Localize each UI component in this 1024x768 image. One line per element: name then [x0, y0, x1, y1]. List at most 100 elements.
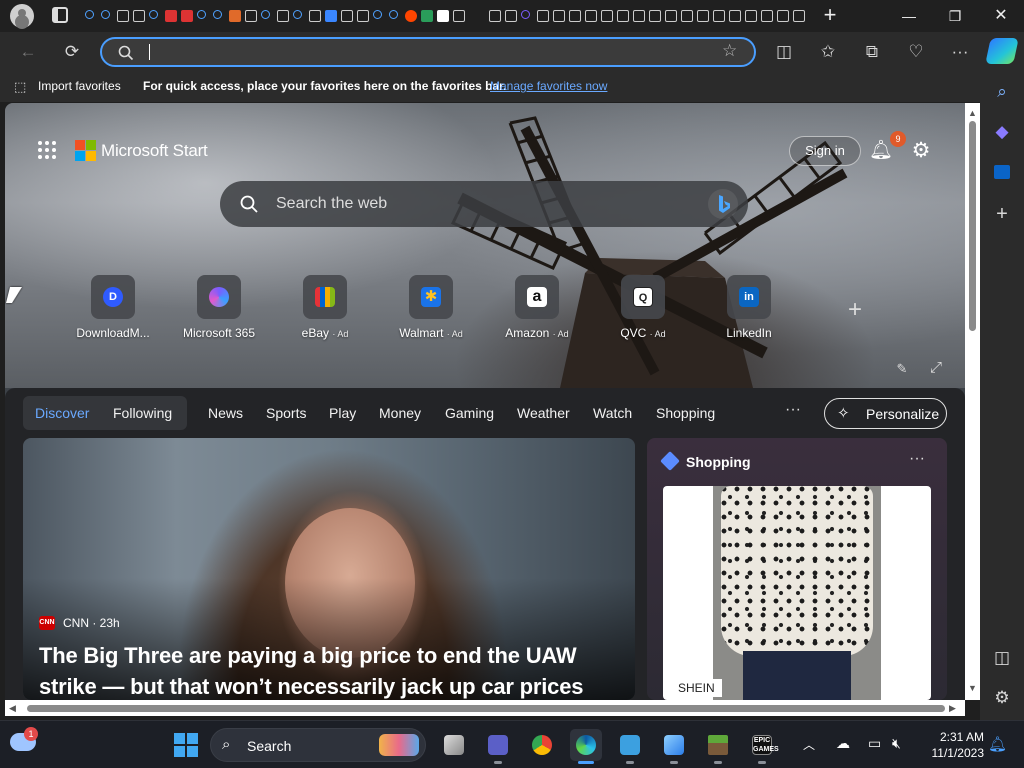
tab[interactable] [504, 8, 518, 24]
windows-start-icon[interactable] [174, 733, 198, 757]
expand-icon[interactable]: ⤢ [927, 359, 945, 377]
task-view-icon[interactable] [438, 729, 470, 761]
tab[interactable] [324, 8, 338, 24]
shopping-more-button[interactable]: ··· [909, 450, 925, 468]
tab[interactable] [760, 8, 774, 24]
tab[interactable] [276, 8, 290, 24]
tab[interactable] [664, 8, 678, 24]
tab[interactable] [452, 8, 466, 24]
tab[interactable] [148, 8, 162, 24]
address-input[interactable] [146, 43, 706, 61]
sign-in-button[interactable]: Sign in [789, 136, 861, 166]
disk-app-icon[interactable] [658, 729, 690, 764]
hide-sidebar-icon[interactable]: ◫ [988, 644, 1016, 672]
taskbar-search[interactable]: ⌕ Search [210, 728, 426, 762]
story-headline[interactable]: The Big Three are paying a big price to … [39, 640, 629, 700]
shortcut-qvc[interactable]: Q QVC · Ad [595, 275, 691, 340]
tab[interactable] [436, 8, 450, 24]
restore-button[interactable]: ❐ [932, 0, 978, 32]
import-favorites-link[interactable]: Import favorites [38, 79, 121, 93]
system-clock[interactable]: 2:31 AM 11/1/2023 [918, 729, 985, 761]
web-search-box[interactable]: Search the web [220, 181, 748, 227]
tab[interactable] [584, 8, 598, 24]
horizontal-scroll-thumb[interactable] [27, 705, 945, 712]
more-nav-button[interactable]: ··· [785, 401, 801, 419]
tab[interactable] [404, 8, 418, 24]
tab[interactable] [488, 8, 502, 24]
favorites-button[interactable]: ✩ [814, 38, 842, 66]
cloud-sync-icon[interactable]: ☁ [836, 735, 850, 752]
tab[interactable] [520, 8, 534, 24]
new-tab-button[interactable]: + [818, 4, 842, 28]
settings-more-button[interactable]: ··· [946, 38, 974, 66]
tab[interactable] [648, 8, 662, 24]
control-panel-icon[interactable] [614, 729, 646, 764]
tab[interactable] [292, 8, 306, 24]
sidebar-settings-icon[interactable]: ⚙ [988, 684, 1016, 712]
tab[interactable] [776, 8, 790, 24]
tab[interactable] [468, 8, 486, 24]
chrome-icon[interactable] [526, 729, 558, 761]
tab[interactable] [260, 8, 274, 24]
browser-essentials-button[interactable]: ♡ [902, 38, 930, 66]
tab[interactable] [616, 8, 630, 24]
tab[interactable] [84, 8, 98, 24]
settings-gear-icon[interactable]: ⚙ [908, 138, 934, 164]
add-sidebar-app-icon[interactable]: + [988, 200, 1016, 228]
tab[interactable] [568, 8, 582, 24]
back-button[interactable]: ← [14, 38, 42, 66]
manage-favorites-link[interactable]: Manage favorites now [490, 79, 607, 93]
tab[interactable] [420, 8, 434, 24]
profile-icon[interactable] [10, 4, 34, 28]
tab[interactable] [100, 8, 114, 24]
minecraft-icon[interactable] [702, 729, 734, 764]
shortcut-walmart[interactable]: ✱ Walmart · Ad [383, 275, 479, 340]
tab[interactable] [132, 8, 146, 24]
close-button[interactable]: ✕ [978, 0, 1024, 32]
tab-actions-icon[interactable] [52, 7, 68, 23]
tab[interactable] [180, 8, 194, 24]
nav-play[interactable]: Play [329, 405, 356, 421]
horizontal-scrollbar[interactable]: ◀ ▶ [5, 700, 965, 716]
tab[interactable] [728, 8, 742, 24]
nav-shopping[interactable]: Shopping [656, 405, 715, 421]
add-shortcut-button[interactable]: + [843, 298, 867, 323]
shortcut-amazon[interactable]: a Amazon · Ad [489, 275, 585, 340]
tab-discover[interactable]: Discover [35, 405, 89, 421]
tab[interactable] [632, 8, 646, 24]
tab[interactable] [712, 8, 726, 24]
tab[interactable] [600, 8, 614, 24]
tab[interactable] [388, 8, 402, 24]
search-icon[interactable]: ⌕ [988, 78, 1016, 106]
split-screen-button[interactable]: ◫ [770, 38, 798, 66]
nav-gaming[interactable]: Gaming [445, 405, 494, 421]
tab[interactable] [212, 8, 226, 24]
notifications-icon[interactable]: 🔔︎ [988, 735, 1007, 753]
scroll-left-icon[interactable]: ◀ [9, 703, 16, 713]
edit-background-icon[interactable]: ✎ [893, 361, 911, 379]
nav-weather[interactable]: Weather [517, 405, 570, 421]
shortcut-downloadm[interactable]: D DownloadM... [65, 275, 161, 340]
address-bar[interactable]: ☆ [100, 37, 756, 67]
tab[interactable] [340, 8, 354, 24]
shortcut-ebay[interactable]: eBay · Ad [277, 275, 373, 340]
edge-icon[interactable] [570, 729, 602, 764]
bing-chat-icon[interactable] [708, 189, 738, 219]
apps-grid-icon[interactable] [38, 141, 58, 161]
shortcut-microsoft-365[interactable]: Microsoft 365 [171, 275, 267, 340]
tab[interactable] [696, 8, 710, 24]
tab[interactable] [228, 8, 242, 24]
tab[interactable] [372, 8, 386, 24]
tab[interactable] [536, 8, 550, 24]
tab[interactable] [744, 8, 758, 24]
outlook-icon[interactable] [988, 158, 1016, 186]
copilot-sidebar-icon[interactable]: ◆ [988, 118, 1016, 146]
volume-muted-icon[interactable]: 🔇︎ [892, 735, 901, 752]
tab[interactable] [552, 8, 566, 24]
favorite-star-icon[interactable]: ☆ [722, 41, 737, 61]
notifications-bell-icon[interactable]: 🔔︎ [869, 139, 893, 163]
scroll-up-icon[interactable]: ▲ [968, 108, 977, 118]
product-image[interactable]: SHEIN [663, 486, 931, 700]
vertical-scrollbar[interactable]: ▲ ▼ [965, 103, 980, 700]
tab[interactable] [116, 8, 130, 24]
